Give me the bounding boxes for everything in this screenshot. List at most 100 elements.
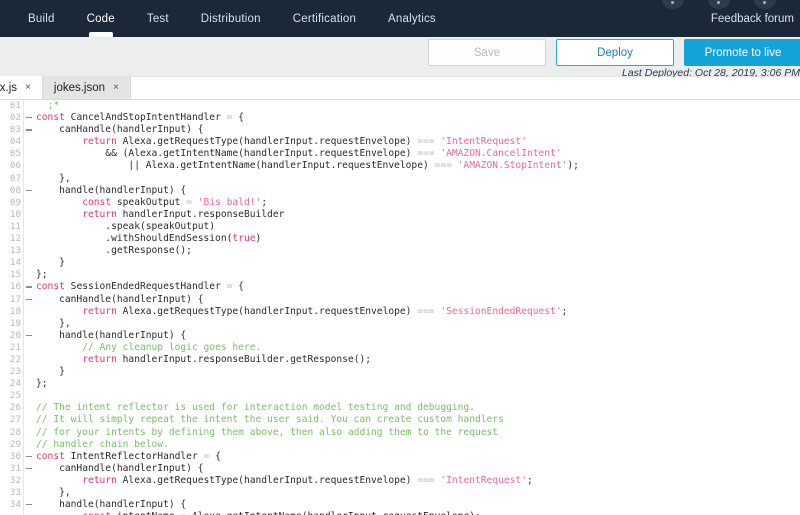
- line-number: 18: [9, 305, 21, 317]
- nav-item-certification[interactable]: Certification: [277, 0, 372, 37]
- code-line: }: [36, 257, 800, 269]
- fold-minus-icon: [26, 117, 32, 119]
- line-number: 01: [9, 100, 21, 111]
- save-button[interactable]: Save: [428, 39, 546, 66]
- code-fold-slot: [24, 148, 36, 160]
- code-fold-toggle[interactable]: [24, 294, 36, 306]
- code-token-pl: handle(handlerInput) {: [36, 499, 187, 511]
- code-token-kw: return: [82, 474, 117, 486]
- code-fold-slot: [24, 390, 36, 402]
- close-icon[interactable]: ×: [113, 82, 119, 93]
- code-line: canHandle(handlerInput) {: [36, 124, 800, 136]
- line-number: 02: [9, 112, 21, 124]
- code-fold-toggle[interactable]: [24, 112, 36, 124]
- line-number: 05: [9, 148, 21, 160]
- code-line: const IntentReflectorHandler = {: [36, 451, 800, 463]
- code-token-pl: CancelAndStopIntentHandler: [64, 112, 227, 124]
- nav-item-label: Distribution: [200, 12, 261, 25]
- code-fold-slot: [24, 487, 36, 499]
- code-token-pl: ): [255, 233, 262, 245]
- code-token-pl: );: [567, 160, 579, 172]
- nav-item-label: Build: [28, 12, 55, 25]
- code-editor[interactable]: 01 02 03 04 05 06 07 08 09 10 11 12 13 14 15 16 17 18 19 20…: [0, 100, 800, 515]
- code-fold-toggle[interactable]: [24, 281, 36, 293]
- code-line: // handler chain below.: [36, 439, 800, 451]
- close-icon[interactable]: ×: [25, 82, 31, 93]
- code-fold-toggle[interactable]: [24, 330, 36, 342]
- code-fold-toggle[interactable]: [24, 463, 36, 475]
- code-token-pl: handle(handlerInput) {: [36, 329, 187, 341]
- line-number: 25: [9, 390, 21, 402]
- line-number: 32: [9, 474, 21, 486]
- code-fold-slot: [24, 475, 36, 487]
- nav-item-code[interactable]: Code: [71, 0, 131, 37]
- promote-to-live-button[interactable]: Promote to live: [684, 39, 800, 66]
- code-token-pl: handle(handlerInput) {: [36, 184, 187, 196]
- nav-item-distribution[interactable]: Distribution: [185, 0, 277, 37]
- code-fold-slot: [24, 233, 36, 245]
- code-line: const CancelAndStopIntentHandler = {: [36, 112, 800, 124]
- code-line: },: [36, 173, 800, 185]
- code-fold-slot: [24, 354, 36, 366]
- code-line: return handlerInput.responseBuilder: [36, 209, 800, 221]
- line-number: 15: [9, 269, 21, 281]
- code-fold-slot: [24, 378, 36, 390]
- code-token-pl: IntentReflectorHandler: [64, 450, 204, 462]
- line-number: 10: [9, 208, 21, 220]
- code-token-pl: Alexa.getRequestType(handlerInput.reques…: [116, 305, 418, 317]
- code-line: || Alexa.getIntentName(handlerInput.requ…: [36, 160, 800, 172]
- file-tab-jokes-json[interactable]: jokes.json ×: [42, 76, 131, 99]
- line-number: 19: [9, 317, 21, 329]
- code-fold-slot: [24, 439, 36, 451]
- code-token-pl: Alexa.getRequestType(handlerInput.reques…: [116, 136, 418, 148]
- line-number: 04: [9, 136, 21, 148]
- code-line: const intentName = Alexa.getIntentName(h…: [36, 511, 800, 515]
- code-line: const SessionEndedRequestHandler = {: [36, 281, 800, 293]
- code-token-bool: true: [232, 233, 256, 245]
- code-token-str: 'Bis bald!': [197, 196, 262, 208]
- deploy-button[interactable]: Deploy: [556, 39, 674, 66]
- code-fold-slot: [24, 136, 36, 148]
- line-number: 21: [9, 341, 21, 353]
- code-token-kw: const: [36, 450, 65, 462]
- code-fold-toggle[interactable]: [24, 499, 36, 511]
- code-line: return Alexa.getRequestType(handlerInput…: [36, 306, 800, 318]
- code-fold-toggle[interactable]: [24, 451, 36, 463]
- code-line: }: [36, 366, 800, 378]
- feedback-forum-link[interactable]: Feedback forum: [711, 0, 794, 37]
- nav-item-label: Test: [146, 12, 169, 25]
- line-number: 16: [9, 281, 21, 293]
- fold-minus-icon: [26, 129, 32, 131]
- code-token-str: 'AMAZON.CancelIntent': [440, 148, 562, 160]
- code-fold-slot: [24, 366, 36, 378]
- code-token-pl: {: [232, 112, 244, 124]
- nav-item-label: Code: [86, 12, 115, 25]
- nav-item-build[interactable]: Build: [12, 0, 71, 37]
- code-fold-slot: [24, 245, 36, 257]
- code-fold-toggle[interactable]: [24, 185, 36, 197]
- code-token-str: 'AMAZON.StopIntent': [457, 160, 568, 172]
- nav-item-test[interactable]: Test: [131, 0, 185, 37]
- code-token-kw: const: [36, 281, 65, 293]
- fold-minus-icon: [26, 298, 32, 300]
- code-fold-slot: [24, 100, 36, 112]
- code-line: // for your intents by defining them abo…: [36, 427, 800, 439]
- nav-item-analytics[interactable]: Analytics: [372, 0, 452, 37]
- code-line: canHandle(handlerInput) {: [36, 294, 800, 306]
- code-token-pl: handlerInput.responseBuilder: [116, 208, 285, 220]
- code-content[interactable]: ;* const CancelAndStopIntentHandler = { c…: [36, 100, 800, 515]
- nav-item-label: Analytics: [388, 12, 436, 25]
- code-fold-gutter[interactable]: [24, 100, 36, 515]
- code-fold-toggle[interactable]: [24, 124, 36, 136]
- code-fold-slot: [24, 306, 36, 318]
- code-line: // The intent reflector is used for inte…: [36, 402, 800, 414]
- code-line: return handlerInput.responseBuilder.getR…: [36, 354, 800, 366]
- code-line: .speak(speakOutput): [36, 221, 800, 233]
- file-tab-dex-js[interactable]: dex.js ×: [0, 76, 43, 99]
- line-number: 27: [9, 414, 21, 426]
- line-number: 14: [9, 257, 21, 269]
